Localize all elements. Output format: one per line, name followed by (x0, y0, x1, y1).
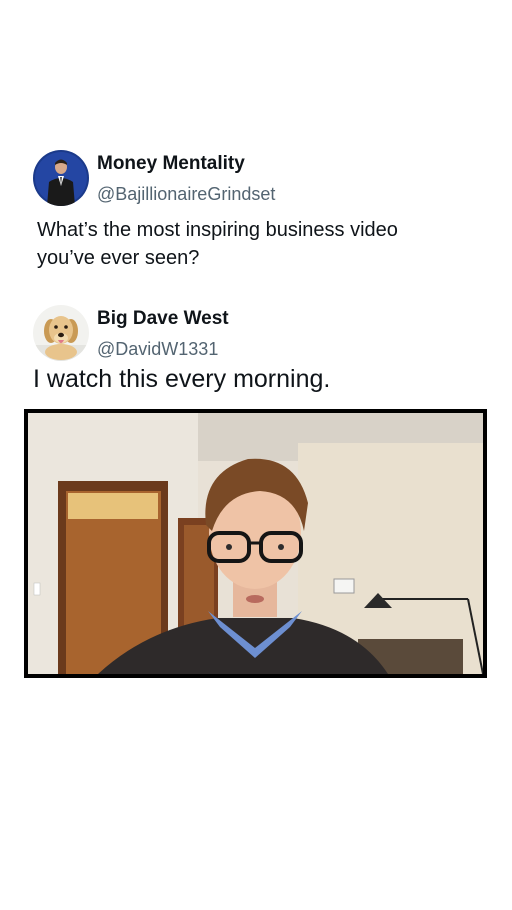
video-frame-image (28, 413, 483, 674)
profile-avatar[interactable] (33, 305, 89, 361)
author-name[interactable]: Money Mentality (97, 153, 245, 175)
author-name[interactable]: Big Dave West (97, 308, 229, 330)
golden-retriever-icon (33, 305, 89, 361)
post-text: What’s the most inspiring business video… (37, 219, 398, 269)
profile-avatar[interactable] (33, 150, 89, 206)
author-handle[interactable]: @BajillionaireGrindset (97, 184, 275, 205)
reply-text: I watch this every morning. (33, 365, 331, 393)
man-in-suit-icon (33, 150, 89, 206)
video-player[interactable] (24, 409, 487, 678)
author-handle[interactable]: @DavidW1331 (97, 339, 218, 360)
